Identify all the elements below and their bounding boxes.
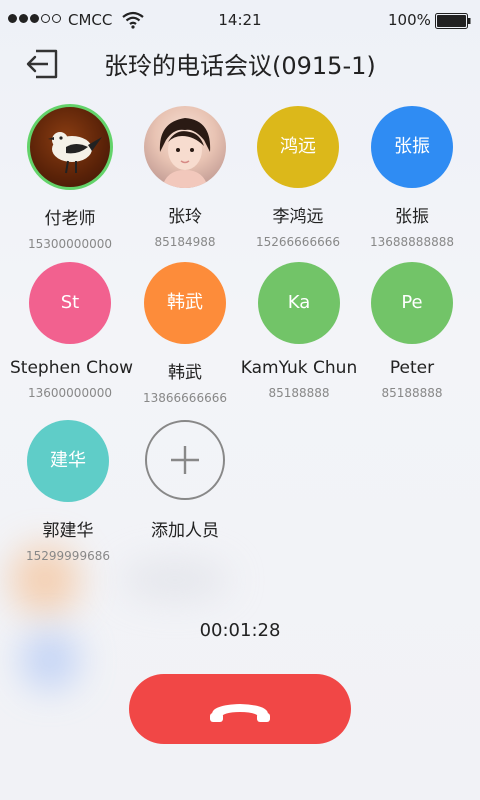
participant-card[interactable]: 付老师 15300000000	[12, 104, 128, 251]
participant-number: 13866666666	[143, 391, 227, 405]
participant-number: 13688888888	[370, 235, 454, 249]
add-member-label: 添加人员	[151, 521, 219, 541]
status-bar: CMCC 14:21 100%	[0, 0, 480, 40]
participant-card[interactable]: St Stephen Chow 13600000000	[10, 262, 134, 400]
battery-percent: 100%	[388, 11, 431, 29]
avatar: 张振	[371, 106, 453, 188]
avatar: St	[29, 262, 111, 344]
avatar: 鸿远	[257, 106, 339, 188]
call-duration: 00:01:28	[199, 620, 281, 641]
participant-number: 85184988	[154, 235, 216, 249]
participant-card[interactable]: 鸿远 李鸿远 15266666666	[240, 106, 356, 249]
avatar: 韩武	[144, 262, 226, 344]
participant-name: Stephen Chow	[10, 358, 134, 378]
participant-card[interactable]: 韩武 韩武 13866666666	[127, 262, 243, 405]
participant-card[interactable]: Ka KamYuk Chun 85188888	[240, 262, 358, 400]
participant-number: 15299999686	[26, 549, 110, 563]
battery-icon	[435, 13, 471, 29]
participant-card[interactable]: 张振 张振 13688888888	[354, 106, 470, 249]
participant-number: 85188888	[268, 386, 330, 400]
participant-number: 15266666666	[256, 235, 340, 249]
participant-name: Peter	[389, 358, 435, 378]
avatar: Ka	[258, 262, 340, 344]
back-arrow-icon	[20, 49, 64, 88]
participant-name: 张玲	[168, 207, 202, 227]
person-photo-icon	[159, 118, 211, 188]
participant-card[interactable]: 建华 郭建华 15299999686	[10, 420, 126, 563]
background-blur-grey	[120, 560, 230, 600]
participant-name: 郭建华	[42, 521, 94, 541]
avatar: Pe	[371, 262, 453, 344]
participant-name: 李鸿远	[272, 207, 324, 227]
avatar	[144, 106, 226, 188]
participant-name: 付老师	[44, 209, 96, 229]
app-header: 张玲的电话会议(0915-1)	[0, 40, 480, 88]
hangup-button[interactable]	[129, 674, 351, 744]
back-button[interactable]	[20, 44, 64, 84]
page-title: 张玲的电话会议(0915-1)	[104, 52, 376, 80]
participant-number: 15300000000	[28, 237, 112, 251]
bird-photo-icon	[48, 132, 102, 174]
participant-number: 13600000000	[28, 386, 112, 400]
participant-name: 张振	[395, 207, 429, 227]
participant-name: 韩武	[168, 363, 202, 383]
participant-number: 85188888	[381, 386, 443, 400]
participant-card[interactable]: 张玲 85184988	[127, 106, 243, 249]
add-member-circle[interactable]	[145, 420, 225, 500]
add-member-button[interactable]: 添加人员	[127, 420, 243, 541]
participant-card[interactable]: Pe Peter 85188888	[354, 262, 470, 400]
avatar: 建华	[27, 420, 109, 502]
participant-name: KamYuk Chun	[240, 358, 358, 378]
avatar	[27, 104, 113, 190]
